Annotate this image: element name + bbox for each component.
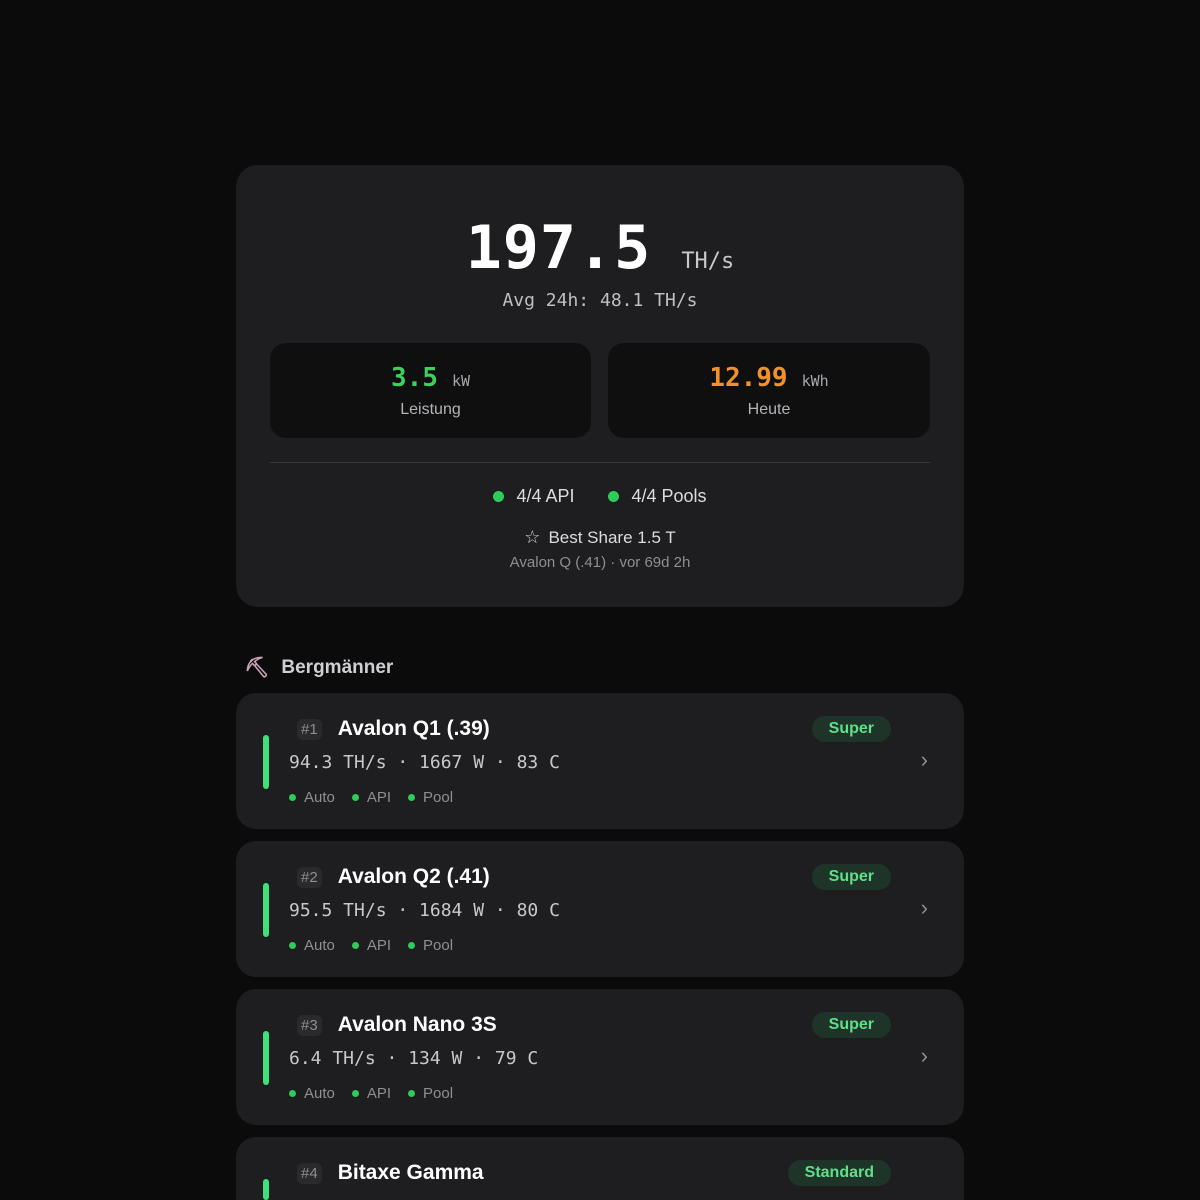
chevron-right-icon[interactable]: › xyxy=(921,747,928,773)
miner-rank: #2 xyxy=(297,866,322,888)
flag-api: API xyxy=(351,937,392,954)
miner-badge: Super xyxy=(811,716,891,742)
pool-status: 4/4 Pools xyxy=(608,486,707,507)
flag-pool: Pool xyxy=(408,1085,453,1102)
flag-auto: Auto xyxy=(289,1085,335,1102)
miner-card[interactable]: #2 Avalon Q2 (.41) 95.5 TH/s · 1684 W · … xyxy=(236,841,964,977)
miner-title-row: #1 Avalon Q1 (.39) xyxy=(297,717,490,741)
avg-hashrate: Avg 24h: 48.1 TH/s xyxy=(502,290,698,311)
miner-name: Avalon Q1 (.39) xyxy=(337,717,490,740)
flag-label: Pool xyxy=(423,937,454,954)
miner-flags: Auto API Pool xyxy=(289,789,453,806)
api-status: 4/4 API xyxy=(493,486,574,507)
miner-rank: #4 xyxy=(297,1162,322,1184)
flag-pool: Pool xyxy=(408,937,453,954)
best-share-detail: Avalon Q (.41) · vor 69d 2h xyxy=(509,554,691,571)
miner-metrics: 94.3 TH/s · 1667 W · 83 C xyxy=(289,752,560,773)
energy-label: Heute xyxy=(747,401,791,418)
status-accent-bar xyxy=(263,1179,269,1200)
divider xyxy=(270,462,930,463)
status-dot-icon xyxy=(608,491,620,502)
status-dot-icon xyxy=(351,1090,359,1097)
flag-label: Auto xyxy=(304,937,335,954)
star-icon: ☆ xyxy=(524,527,541,547)
energy-stat: 12.99 kWh Heute xyxy=(608,343,930,438)
miner-title-row: #3 Avalon Nano 3S xyxy=(297,1013,497,1037)
status-dot-icon xyxy=(289,1090,296,1097)
miner-card[interactable]: #1 Avalon Q1 (.39) 94.3 TH/s · 1667 W · … xyxy=(236,693,964,829)
flag-label: Auto xyxy=(304,1085,335,1102)
section-header: ⛏ Bergmänner xyxy=(244,655,393,680)
miner-card[interactable]: #3 Avalon Nano 3S 6.4 TH/s · 134 W · 79 … xyxy=(236,989,964,1125)
miner-title-row: #4 Bitaxe Gamma xyxy=(297,1161,484,1185)
status-dot-icon xyxy=(408,1090,416,1097)
status-dot-icon xyxy=(351,794,359,801)
miner-rank: #1 xyxy=(297,718,322,740)
status-dot-icon xyxy=(408,942,416,949)
hashrate-display: 197.5 TH/s xyxy=(236,213,964,283)
power-unit: kW xyxy=(451,372,471,390)
flag-api: API xyxy=(351,1085,392,1102)
power-label: Leistung xyxy=(400,401,461,418)
hashrate-unit: TH/s xyxy=(681,249,735,274)
miner-name: Avalon Nano 3S xyxy=(337,1013,497,1036)
chevron-right-icon[interactable]: › xyxy=(921,895,928,921)
miner-card[interactable]: #4 Bitaxe Gamma Standard xyxy=(236,1137,964,1200)
best-share-label: Best Share 1.5 T xyxy=(548,527,676,547)
miner-flags: Auto API Pool xyxy=(289,1085,453,1102)
miner-flags: Auto API Pool xyxy=(289,937,453,954)
flag-label: API xyxy=(366,1085,392,1102)
miner-badge: Super xyxy=(811,864,891,890)
power-value: 3.5 xyxy=(390,363,438,393)
miner-badge: Super xyxy=(811,1012,891,1038)
chevron-right-icon[interactable]: › xyxy=(921,1043,928,1069)
status-accent-bar xyxy=(263,883,269,937)
hashrate-value: 197.5 xyxy=(465,213,652,283)
status-row: 4/4 API 4/4 Pools xyxy=(236,486,964,507)
miner-name: Avalon Q2 (.41) xyxy=(337,865,490,888)
pickaxe-icon: ⛏ xyxy=(244,657,270,679)
flag-pool: Pool xyxy=(408,789,453,806)
status-dot-icon xyxy=(289,794,296,801)
miner-title-row: #2 Avalon Q2 (.41) xyxy=(297,865,490,889)
status-accent-bar xyxy=(263,735,269,789)
status-accent-bar xyxy=(263,1031,269,1085)
status-dot-icon xyxy=(289,942,296,949)
pool-status-label: 4/4 Pools xyxy=(631,486,707,506)
miner-metrics: 95.5 TH/s · 1684 W · 80 C xyxy=(289,900,560,921)
status-dot-icon xyxy=(408,794,416,801)
status-dot-icon xyxy=(493,491,505,502)
miner-badge: Standard xyxy=(787,1160,891,1186)
status-dot-icon xyxy=(351,942,359,949)
flag-api: API xyxy=(351,789,392,806)
flag-label: Pool xyxy=(423,1085,454,1102)
flag-auto: Auto xyxy=(289,789,335,806)
api-status-label: 4/4 API xyxy=(516,486,575,506)
flag-label: Auto xyxy=(304,789,335,806)
section-title: Bergmänner xyxy=(281,656,394,678)
miner-rank: #3 xyxy=(297,1014,322,1036)
flag-label: API xyxy=(366,937,392,954)
best-share: ☆ Best Share 1.5 T xyxy=(236,527,964,548)
flag-auto: Auto xyxy=(289,937,335,954)
miner-metrics: 6.4 TH/s · 134 W · 79 C xyxy=(289,1048,539,1069)
summary-card: 197.5 TH/s Avg 24h: 48.1 TH/s 3.5 kW Lei… xyxy=(236,165,964,607)
energy-unit: kWh xyxy=(801,372,829,390)
miner-name: Bitaxe Gamma xyxy=(337,1161,484,1184)
flag-label: API xyxy=(366,789,392,806)
power-stat: 3.5 kW Leistung xyxy=(270,343,591,438)
flag-label: Pool xyxy=(423,789,454,806)
energy-value: 12.99 xyxy=(709,363,788,393)
